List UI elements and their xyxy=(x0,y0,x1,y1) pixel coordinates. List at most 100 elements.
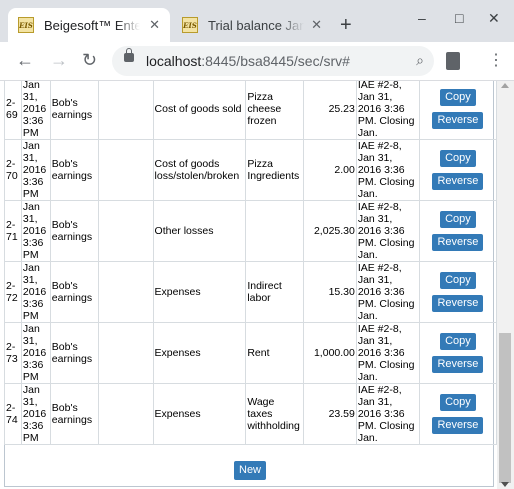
entry-category: Cost of goods sold xyxy=(152,81,247,140)
tab-trial-balance[interactable]: EIS Trial balance Jan ✕ xyxy=(172,8,332,42)
entry-subaccount xyxy=(97,322,154,384)
reload-icon[interactable]: ↻ xyxy=(82,50,97,71)
entry-item: Indirect labor xyxy=(245,261,305,323)
entry-category: Expenses xyxy=(152,322,247,384)
entry-date: Jan 31, 2016 3:36 PM xyxy=(20,81,51,140)
tab-strip: EIS Beigesoft™ Enterprise ✕ EIS Trial ba… xyxy=(0,0,514,42)
entry-amount: 2,025.30 xyxy=(303,200,357,262)
tab-beigesoft[interactable]: EIS Beigesoft™ Enterprise ✕ xyxy=(8,8,170,42)
reverse-button[interactable]: Reverse xyxy=(432,295,484,312)
entry-amount: 15.30 xyxy=(303,261,357,323)
entry-id: 2-72 xyxy=(4,261,22,323)
reverse-button[interactable]: Reverse xyxy=(432,356,484,373)
maximize-icon[interactable]: □ xyxy=(455,10,463,26)
entry-actions: Copy Reverse xyxy=(418,139,497,201)
entry-subaccount xyxy=(97,200,154,262)
table-row: 2-72 Jan 31, 2016 3:36 PM Bob's earnings Ex… xyxy=(4,261,497,323)
entry-document: IAE #2-8, Jan 31, 2016 3:36 PM. Closing … xyxy=(355,322,420,384)
minimize-icon[interactable]: – xyxy=(418,10,426,26)
new-button[interactable]: New xyxy=(234,461,267,480)
entry-subaccount xyxy=(97,139,154,201)
browser-toolbar: ← → ↻ localhost:8445/bsa8445/sec/srv# ⌕ … xyxy=(0,42,514,81)
url-text: localhost:8445/bsa8445/sec/srv# xyxy=(146,53,350,69)
close-tab-icon[interactable]: ✕ xyxy=(311,17,322,33)
copy-button[interactable]: Copy xyxy=(440,89,476,106)
table-row: 2-70 Jan 31, 2016 3:36 PM Bob's earnings Co… xyxy=(4,139,497,201)
entry-id: 2-71 xyxy=(4,200,22,262)
entry-date: Jan 31, 2016 3:36 PM xyxy=(20,139,51,201)
copy-button[interactable]: Copy xyxy=(440,394,476,411)
page-content: 2-69 Jan 31, 2016 3:36 PM Bob's earnings Co… xyxy=(0,81,497,489)
table-row: 2-74 Jan 31, 2016 3:36 PM Bob's earnings Ex… xyxy=(4,383,497,445)
clipboard-extension-icon[interactable] xyxy=(446,52,460,70)
entry-item xyxy=(245,200,305,262)
entry-account: Bob's earnings xyxy=(49,139,99,201)
entry-actions: Copy Reverse xyxy=(418,383,497,445)
entry-subaccount xyxy=(97,383,154,445)
eis-favicon-icon: EIS xyxy=(182,17,198,33)
entry-id: 2-73 xyxy=(4,322,22,384)
entry-amount: 23.59 xyxy=(303,383,357,445)
lock-icon xyxy=(124,48,134,62)
entry-category: Cost of goods loss/stolen/broken xyxy=(152,139,247,201)
entry-date: Jan 31, 2016 3:36 PM xyxy=(20,383,51,445)
entry-item: Rent xyxy=(245,322,305,384)
back-icon[interactable]: ← xyxy=(16,50,34,71)
entry-account: Bob's earnings xyxy=(49,261,99,323)
entry-date: Jan 31, 2016 3:36 PM xyxy=(20,200,51,262)
entry-category: Expenses xyxy=(152,383,247,445)
entry-item: Pizza cheese frozen xyxy=(245,81,305,140)
reverse-button[interactable]: Reverse xyxy=(432,112,484,129)
tab-title: Beigesoft™ Enterprise xyxy=(44,17,140,33)
entry-actions: Copy Reverse xyxy=(418,322,497,384)
forward-icon[interactable]: → xyxy=(50,50,68,71)
entries-table: 2-69 Jan 31, 2016 3:36 PM Bob's earnings Co… xyxy=(4,81,497,445)
table-row: 2-69 Jan 31, 2016 3:36 PM Bob's earnings Co… xyxy=(4,81,497,140)
zoom-icon[interactable]: ⌕ xyxy=(416,52,424,69)
entry-subaccount xyxy=(97,81,154,140)
entry-document: IAE #2-8, Jan 31, 2016 3:36 PM. Closing … xyxy=(355,81,420,140)
copy-button[interactable]: Copy xyxy=(440,272,476,289)
entry-item: Wage taxes withholding xyxy=(245,383,305,445)
entry-id: 2-70 xyxy=(4,139,22,201)
entry-subaccount xyxy=(97,261,154,323)
entry-actions: Copy Reverse xyxy=(418,261,497,323)
reverse-button[interactable]: Reverse xyxy=(432,173,484,190)
eis-favicon-icon: EIS xyxy=(18,17,34,33)
entry-document: IAE #2-8, Jan 31, 2016 3:36 PM. Closing … xyxy=(355,139,420,201)
entry-date: Jan 31, 2016 3:36 PM xyxy=(20,322,51,384)
entry-document: IAE #2-8, Jan 31, 2016 3:36 PM. Closing … xyxy=(355,200,420,262)
menu-icon[interactable]: ⋮ xyxy=(488,50,504,70)
entry-category: Expenses xyxy=(152,261,247,323)
entry-account: Bob's earnings xyxy=(49,81,99,140)
entry-actions: Copy Reverse xyxy=(418,81,497,140)
close-window-icon[interactable]: ✕ xyxy=(488,10,500,27)
entry-actions: Copy Reverse xyxy=(418,200,497,262)
entry-amount: 25.23 xyxy=(303,81,357,140)
entry-amount: 2.00 xyxy=(303,139,357,201)
entry-id: 2-74 xyxy=(4,383,22,445)
tab-title: Trial balance Jan xyxy=(208,17,304,33)
table-row: 2-71 Jan 31, 2016 3:36 PM Bob's earnings Ot… xyxy=(4,200,497,262)
entry-id: 2-69 xyxy=(4,81,22,140)
scrollbar-thumb[interactable] xyxy=(499,333,511,483)
entry-amount: 1,000.00 xyxy=(303,322,357,384)
entry-account: Bob's earnings xyxy=(49,322,99,384)
new-tab-button[interactable]: + xyxy=(340,14,352,37)
scroll-down-arrow-icon[interactable] xyxy=(501,482,509,487)
entry-document: IAE #2-8, Jan 31, 2016 3:36 PM. Closing … xyxy=(355,261,420,323)
entry-account: Bob's earnings xyxy=(49,200,99,262)
entry-item: Pizza Ingredients xyxy=(245,139,305,201)
address-bar[interactable]: localhost:8445/bsa8445/sec/srv# ⌕ xyxy=(112,46,434,76)
entry-date: Jan 31, 2016 3:36 PM xyxy=(20,261,51,323)
copy-button[interactable]: Copy xyxy=(440,211,476,228)
copy-button[interactable]: Copy xyxy=(440,333,476,350)
table-row: 2-73 Jan 31, 2016 3:36 PM Bob's earnings Ex… xyxy=(4,322,497,384)
reverse-button[interactable]: Reverse xyxy=(432,234,484,251)
copy-button[interactable]: Copy xyxy=(440,150,476,167)
close-tab-icon[interactable]: ✕ xyxy=(149,17,160,33)
entry-category: Other losses xyxy=(152,200,247,262)
entry-account: Bob's earnings xyxy=(49,383,99,445)
scroll-up-arrow-icon[interactable] xyxy=(501,83,509,88)
reverse-button[interactable]: Reverse xyxy=(432,417,484,434)
